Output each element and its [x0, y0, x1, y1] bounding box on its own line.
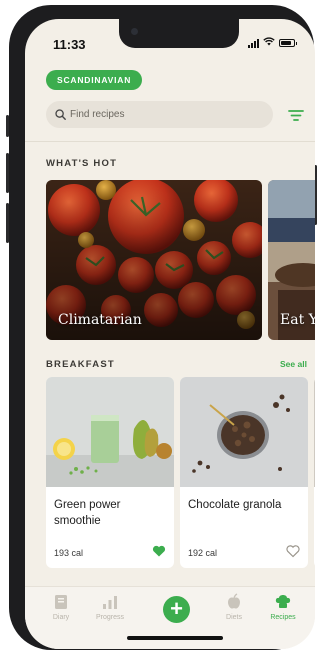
- chef-hat-icon: [275, 595, 291, 608]
- diary-icon: [55, 595, 67, 609]
- header-divider: [25, 141, 315, 142]
- hot-card-climatarian[interactable]: Climatarian: [46, 180, 262, 340]
- whats-hot-heading: WHAT'S HOT: [46, 158, 118, 169]
- volume-down-button: [6, 203, 9, 243]
- signal-icon: [248, 38, 259, 48]
- tab-progress[interactable]: Progress: [85, 593, 135, 621]
- heart-filled-icon[interactable]: [152, 544, 166, 558]
- see-all-link[interactable]: See all: [280, 359, 307, 369]
- search-input[interactable]: Find recipes: [46, 101, 273, 128]
- recipe-photo: [314, 377, 315, 487]
- notch: [119, 19, 239, 48]
- search-icon: [55, 109, 66, 120]
- filter-icon[interactable]: [286, 105, 306, 125]
- search-placeholder: Find recipes: [70, 109, 125, 120]
- home-indicator: [127, 636, 223, 640]
- recipe-calories: 192 cal: [188, 548, 218, 558]
- breakfast-heading: BREAKFAST: [46, 359, 115, 370]
- plus-icon: +: [170, 596, 183, 621]
- tab-recipes[interactable]: Recipes: [258, 593, 308, 621]
- tab-diary[interactable]: Diary: [36, 593, 86, 621]
- recipe-title: Green power smoothie: [54, 499, 121, 527]
- status-icons: [248, 37, 297, 49]
- region-pill[interactable]: SCANDINAVIAN: [46, 70, 143, 90]
- tab-label: Recipes: [270, 614, 296, 621]
- recipe-title: Chocolate granola: [188, 499, 282, 511]
- hot-card-label: Eat Yo: [280, 312, 315, 328]
- tab-label: Progress: [95, 614, 124, 621]
- camera: [131, 28, 138, 35]
- tab-label: Diary: [52, 614, 70, 621]
- recipe-card-partial[interactable]: [314, 377, 315, 568]
- wifi-icon: [263, 37, 275, 49]
- apple-icon: [228, 593, 240, 609]
- recipe-card-chocolate-granola[interactable]: Chocolate granola 192 cal: [180, 377, 308, 568]
- hot-card-label: Climatarian: [58, 312, 142, 328]
- progress-icon: [103, 596, 117, 609]
- tab-diets[interactable]: Diets: [209, 593, 259, 621]
- add-button[interactable]: +: [163, 596, 190, 623]
- app-screen: 11:33 SCANDINAVIAN Find recipes WHAT'S H…: [25, 19, 315, 649]
- phone-frame: 11:33 SCANDINAVIAN Find recipes WHAT'S H…: [6, 5, 317, 650]
- hot-card-eat-your[interactable]: Eat Yo: [268, 180, 315, 340]
- battery-icon: [279, 39, 297, 47]
- tab-label: Diets: [226, 614, 242, 621]
- heart-outline-icon[interactable]: [286, 544, 300, 558]
- smoothie-photo: [46, 377, 174, 487]
- granola-photo: [180, 377, 308, 487]
- status-time: 11:33: [53, 37, 86, 52]
- recipe-card-green-smoothie[interactable]: Green power smoothie 193 cal: [46, 377, 174, 568]
- mute-switch: [6, 115, 9, 137]
- recipe-calories: 193 cal: [54, 548, 84, 558]
- volume-up-button: [6, 153, 9, 193]
